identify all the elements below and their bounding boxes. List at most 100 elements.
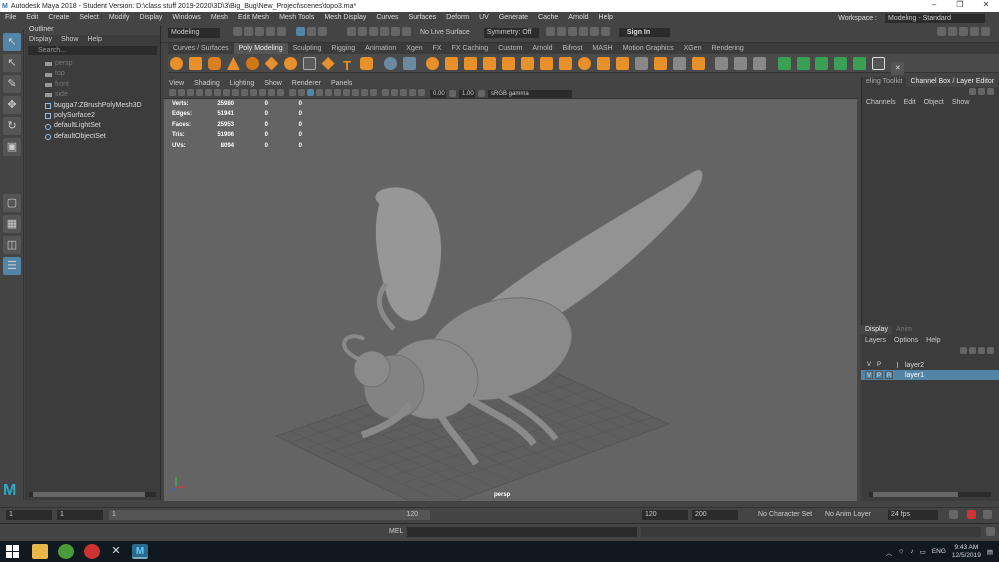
channel-h-scrollbar[interactable] <box>869 492 991 497</box>
bridge-icon[interactable] <box>464 57 478 70</box>
poly-sphere-icon[interactable] <box>170 57 183 70</box>
snap-point-icon[interactable] <box>369 27 378 36</box>
gate-mask-icon[interactable] <box>250 89 257 96</box>
color-management-icon[interactable] <box>478 90 485 97</box>
outliner-menu-display[interactable]: Display <box>25 35 57 44</box>
svg-tool-icon[interactable] <box>359 57 373 70</box>
symmetry-dropdown[interactable]: Symmetry: Off <box>483 27 539 38</box>
app-icon[interactable]: ✕ <box>108 544 124 559</box>
snap-surface-icon[interactable] <box>391 27 400 36</box>
layer-visibility-toggle[interactable]: V <box>865 361 873 369</box>
exposure-icon[interactable] <box>418 89 425 96</box>
uv-editor-icon[interactable] <box>691 57 705 70</box>
outliner-menu-show[interactable]: Show <box>57 35 84 44</box>
viewport-menu-show[interactable]: Show <box>259 79 287 89</box>
sign-in-button[interactable]: Sign In <box>618 28 671 37</box>
menu-create[interactable]: Create <box>43 12 74 23</box>
tab-modeling-toolkit[interactable]: eling Toolkit <box>862 77 906 87</box>
move-tool-icon[interactable]: ✥ <box>3 96 21 114</box>
film-gate-icon[interactable] <box>232 89 239 96</box>
smooth-icon[interactable] <box>426 57 440 70</box>
xray-joints-icon[interactable] <box>400 89 407 96</box>
redo-icon[interactable] <box>277 27 286 36</box>
scale-tool-icon[interactable]: ▣ <box>3 138 21 156</box>
menu-generate[interactable]: Generate <box>494 12 533 23</box>
snap-plane-icon[interactable] <box>402 27 411 36</box>
viewport-menu-shading[interactable]: Shading <box>189 79 225 89</box>
shelf-tab-poly-modeling[interactable]: Poly Modeling <box>233 43 288 54</box>
ipr-render-icon[interactable] <box>556 27 566 36</box>
menu-mesh[interactable]: Mesh <box>206 12 233 23</box>
layer-menu-help[interactable]: Help <box>922 336 944 346</box>
channel-menu-object[interactable]: Object <box>920 97 948 108</box>
combine-icon[interactable] <box>384 57 398 70</box>
poly-disc-icon[interactable] <box>283 57 297 70</box>
retopologize-icon[interactable] <box>853 57 867 70</box>
live-surface-label[interactable]: No Live Surface <box>420 29 470 36</box>
shelf-tab-fx-caching[interactable]: FX Caching <box>447 43 494 54</box>
layout-toggle-icon[interactable] <box>981 27 990 36</box>
new-layer-icon[interactable] <box>978 347 985 354</box>
exposure-field[interactable]: 0.00 <box>430 89 446 98</box>
use-all-lights-icon[interactable] <box>325 89 332 96</box>
mirror-icon[interactable] <box>672 57 686 70</box>
shelf-tab-bifrost[interactable]: Bifrost <box>558 43 588 54</box>
offset-edge-icon[interactable] <box>615 57 629 70</box>
ambient-occlusion-icon[interactable] <box>343 89 350 96</box>
outliner-item-polysurface2[interactable]: polySurface2 <box>25 111 160 121</box>
motion-blur-icon[interactable] <box>352 89 359 96</box>
network-icon[interactable]: ⌔ <box>898 547 904 556</box>
workspace-dropdown[interactable]: Modeling - Standard <box>885 14 985 23</box>
tray-up-arrow-icon[interactable]: ︿ <box>886 547 893 557</box>
chrome-profile-icon[interactable] <box>84 544 100 559</box>
menu-deform[interactable]: Deform <box>441 12 474 23</box>
shadows-icon[interactable] <box>334 89 341 96</box>
shelf-tab-motion-graphics[interactable]: Motion Graphics <box>618 43 679 54</box>
tab-display-layers[interactable]: Display <box>861 325 892 335</box>
outliner-menu-help[interactable]: Help <box>83 35 106 44</box>
lasso-tool-icon[interactable]: ↖ <box>3 54 21 72</box>
volume-icon[interactable]: ♪ <box>910 548 913 555</box>
modeling-toolkit-toggle-icon[interactable] <box>937 27 946 36</box>
layer-visibility-toggle[interactable]: V <box>865 371 873 379</box>
windows-start-icon[interactable] <box>6 545 19 558</box>
single-pane-layout-icon[interactable]: ▢ <box>3 194 21 212</box>
list-icon[interactable] <box>987 88 994 95</box>
bevel-icon[interactable] <box>502 57 516 70</box>
edge-loop-icon[interactable] <box>578 57 592 70</box>
animation-start-field[interactable]: 1 <box>6 510 52 520</box>
multi-cut-icon[interactable] <box>540 57 554 70</box>
shelf-tab-custom[interactable]: Custom <box>493 43 527 54</box>
render-settings-icon[interactable] <box>567 27 577 36</box>
script-editor-icon[interactable] <box>986 527 995 536</box>
close-icon[interactable]: ✕ <box>973 0 999 12</box>
snap-grid-icon[interactable] <box>347 27 356 36</box>
side-by-side-layout-icon[interactable]: ◫ <box>3 236 21 254</box>
anim-layer-label[interactable]: No Anim Layer <box>825 510 871 520</box>
menu-edit-mesh[interactable]: Edit Mesh <box>233 12 274 23</box>
3d-viewport[interactable]: Verts: 25980 0 0 Edges: 51941 0 0 Faces: 25953 0… <box>164 99 857 501</box>
menu-arnold[interactable]: Arnold <box>563 12 593 23</box>
menu-set-dropdown[interactable]: Modeling <box>168 27 220 38</box>
depth-of-field-icon[interactable] <box>370 89 377 96</box>
new-scene-icon[interactable] <box>233 27 242 36</box>
bookmark-icon[interactable] <box>187 89 194 96</box>
layer-row-selected[interactable]: V P R layer1 <box>861 370 999 380</box>
menu-mesh-display[interactable]: Mesh Display <box>319 12 371 23</box>
outliner-item-front[interactable]: front <box>25 80 160 90</box>
layer-menu-layers[interactable]: Layers <box>861 336 890 346</box>
layer-menu-options[interactable]: Options <box>890 336 922 346</box>
four-pane-layout-icon[interactable]: ▦ <box>3 215 21 233</box>
shelf-tab-mash[interactable]: MASH <box>587 43 617 54</box>
viewport-menu-view[interactable]: View <box>164 79 189 89</box>
outliner-search-input[interactable]: Search... <box>28 46 157 55</box>
menu-help[interactable]: Help <box>594 12 618 23</box>
character-set-label[interactable]: No Character Set <box>758 510 812 520</box>
wireframe-on-shaded-icon[interactable] <box>307 89 314 96</box>
safe-action-icon[interactable] <box>268 89 275 96</box>
layer-color-swatch[interactable] <box>897 372 903 378</box>
menu-display[interactable]: Display <box>134 12 167 23</box>
textured-icon[interactable] <box>316 89 323 96</box>
rotate-tool-icon[interactable]: ↻ <box>3 117 21 135</box>
select-by-hierarchy-icon[interactable] <box>296 27 305 36</box>
